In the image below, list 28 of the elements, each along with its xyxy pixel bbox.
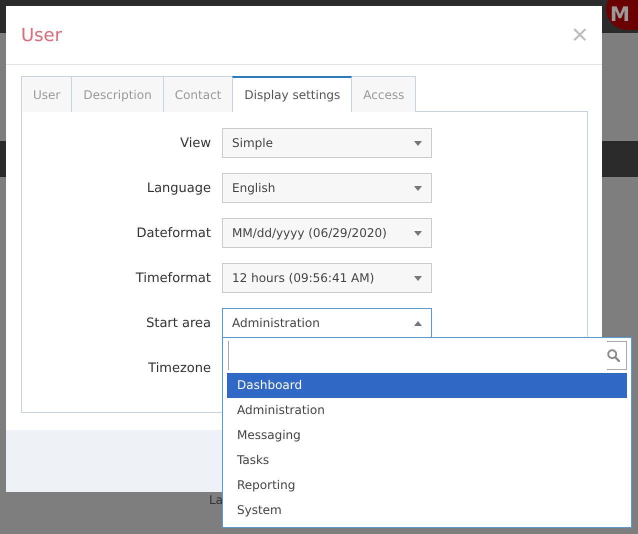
dropdown-option[interactable]: Reporting xyxy=(227,473,627,498)
dropdown-option[interactable]: Dashboard xyxy=(227,373,627,398)
field-label: View xyxy=(179,136,212,150)
field-label: La xyxy=(209,493,224,507)
caret-icon xyxy=(414,140,422,146)
field-label: Dateformat xyxy=(136,226,212,240)
avatar[interactable]: M xyxy=(606,0,638,30)
field-label: Timezone xyxy=(147,360,212,376)
search-icon xyxy=(607,349,620,362)
caret-icon xyxy=(414,186,422,190)
select-field[interactable]: English xyxy=(222,173,432,203)
select-field[interactable]: Administration xyxy=(222,308,432,338)
field-label: Timeformat xyxy=(134,270,212,286)
caret-icon xyxy=(414,276,422,280)
caret-icon xyxy=(414,320,422,326)
dropdown-option[interactable]: Messaging xyxy=(227,423,627,448)
select-field[interactable]: 12 hours (09:56:41 AM) xyxy=(222,263,432,293)
search-field[interactable] xyxy=(228,341,627,370)
select-field[interactable]: MM/dd/yyyy (06/29/2020) xyxy=(222,218,432,248)
caret-icon xyxy=(414,230,422,236)
dropdown-option[interactable]: System xyxy=(227,498,627,523)
field-label: Start area xyxy=(145,316,212,330)
dropdown-option[interactable]: Administration xyxy=(227,398,627,423)
dropdown-option[interactable]: Tasks xyxy=(227,448,627,473)
select-field[interactable]: Simple xyxy=(222,128,432,158)
field-label: Language xyxy=(146,180,212,196)
tab[interactable]: Display settings xyxy=(232,76,352,112)
dialog-title: User xyxy=(21,24,62,46)
